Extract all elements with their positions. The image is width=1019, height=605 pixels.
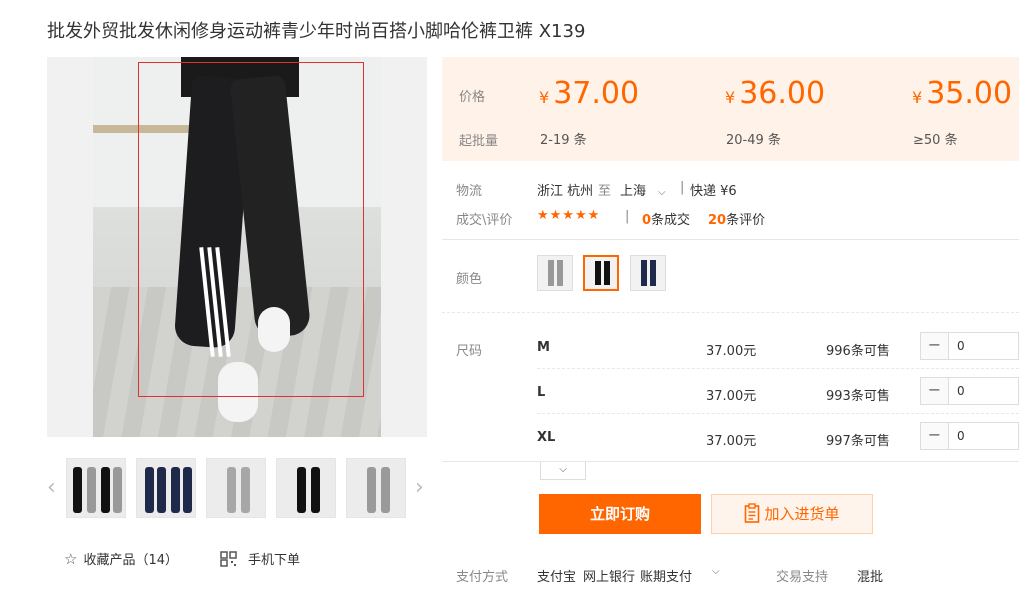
batch-tier-2: 20-49 条	[726, 133, 781, 148]
thumbnail-3[interactable]	[206, 458, 266, 518]
review-count-link[interactable]: 20条评价	[708, 209, 765, 228]
size-label: 尺码	[456, 344, 483, 359]
price-panel: 价格 起批量 ¥37.00 2-19 条 ¥36.00 20-49 条 ¥35.…	[442, 57, 1019, 161]
price-value: 36.00	[739, 76, 826, 111]
deals-count: 0	[642, 213, 652, 228]
trade-support-value: 混批	[857, 570, 884, 585]
currency-symbol: ¥	[725, 88, 736, 107]
favorite-label: 收藏产品（14）	[83, 553, 178, 568]
payment-method-bank: 网上银行	[583, 570, 636, 585]
add-to-list-label: 加入进货单	[764, 505, 840, 523]
color-swatch-navy[interactable]	[630, 255, 666, 291]
size-price: 37.00元	[706, 344, 757, 359]
logistics-from: 浙江 杭州	[537, 184, 594, 199]
quantity-stepper[interactable]: − 0	[920, 422, 1019, 450]
size-stock: 996条可售	[826, 344, 890, 359]
currency-symbol: ¥	[912, 88, 923, 107]
price-tier-2: ¥36.00	[725, 76, 825, 111]
expand-sizes-button[interactable]: ⌵	[540, 462, 586, 480]
mobile-order-label: 手机下单	[248, 553, 301, 568]
divider-line	[442, 312, 1019, 313]
divider-line	[537, 368, 1019, 369]
thumbnail-4[interactable]	[276, 458, 336, 518]
quantity-input[interactable]: 0	[957, 429, 965, 443]
size-stock: 997条可售	[826, 434, 890, 449]
minus-button[interactable]: −	[921, 423, 949, 449]
price-value: 37.00	[553, 76, 640, 111]
chevron-down-icon: ⌵	[658, 187, 666, 198]
size-name: L	[537, 385, 546, 400]
payment-method-alipay: 支付宝	[537, 570, 577, 585]
logistics-label: 物流	[456, 184, 483, 199]
color-swatch-gray[interactable]	[537, 255, 573, 291]
currency-symbol: ¥	[539, 88, 550, 107]
logistics-destination-select[interactable]: 上海 ⌵	[620, 180, 666, 199]
price-value: 35.00	[926, 76, 1013, 111]
batch-tier-1: 2-19 条	[540, 133, 587, 148]
chevron-down-icon: ⌵	[559, 464, 567, 475]
divider-line	[442, 461, 1019, 462]
color-label: 颜色	[456, 272, 483, 287]
minus-button[interactable]: −	[921, 333, 949, 359]
thumbnail-5[interactable]	[346, 458, 406, 518]
product-title: 批发外贸批发休闲修身运动裤青少年时尚百搭小脚哈伦裤卫裤 X139	[47, 21, 586, 42]
thumbnail-strip: ‹ ›	[47, 455, 431, 521]
logistics-to-word: 至	[598, 184, 612, 199]
minus-button[interactable]: −	[921, 378, 949, 404]
batch-label: 起批量	[459, 134, 499, 149]
review-text: 条评价	[726, 213, 766, 228]
thumbnail-2[interactable]	[136, 458, 196, 518]
prev-arrow-icon[interactable]: ‹	[47, 475, 56, 500]
size-name: XL	[537, 430, 556, 445]
batch-tier-3: ≥50 条	[913, 133, 958, 148]
qr-code-icon	[220, 551, 238, 571]
favorite-product-button[interactable]: ☆ 收藏产品（14）	[64, 549, 178, 568]
price-tier-1: ¥37.00	[539, 76, 639, 111]
add-to-list-button[interactable]: 加入进货单	[711, 494, 873, 534]
size-price: 37.00元	[706, 434, 757, 449]
zoom-selection-box	[138, 62, 364, 397]
mobile-order-button[interactable]: 手机下单	[220, 549, 300, 571]
deals-count-link[interactable]: 0条成交	[642, 209, 690, 228]
divider-line	[537, 413, 1019, 414]
shipping-fee: 快递 ¥6	[690, 184, 737, 199]
color-swatch-black[interactable]	[583, 255, 619, 291]
size-stock: 993条可售	[826, 389, 890, 404]
divider: |	[680, 180, 685, 195]
thumbnail-1[interactable]	[66, 458, 126, 518]
next-arrow-icon[interactable]: ›	[415, 475, 424, 500]
price-tier-3: ¥35.00	[912, 76, 1012, 111]
destination-value: 上海	[620, 184, 647, 199]
chevron-down-icon[interactable]: ⌵	[712, 566, 720, 577]
quantity-input[interactable]: 0	[957, 339, 965, 353]
size-price: 37.00元	[706, 389, 757, 404]
deals-text: 条成交	[651, 213, 691, 228]
buy-now-button[interactable]: 立即订购	[539, 494, 701, 534]
star-outline-icon: ☆	[64, 550, 78, 568]
quantity-stepper[interactable]: − 0	[920, 332, 1019, 360]
divider: |	[625, 209, 630, 224]
price-label: 价格	[459, 90, 486, 105]
rating-stars-icon: ★★★★★	[537, 208, 601, 223]
divider-line	[442, 239, 1019, 240]
quantity-stepper[interactable]: − 0	[920, 377, 1019, 405]
trade-support-label: 交易支持	[776, 570, 829, 585]
reviews-label: 成交\评价	[456, 213, 513, 228]
payment-label: 支付方式	[456, 570, 509, 585]
payment-method-credit: 账期支付	[640, 570, 693, 585]
size-name: M	[537, 340, 550, 355]
review-count: 20	[708, 213, 727, 228]
clipboard-icon	[744, 499, 760, 537]
quantity-input[interactable]: 0	[957, 384, 965, 398]
